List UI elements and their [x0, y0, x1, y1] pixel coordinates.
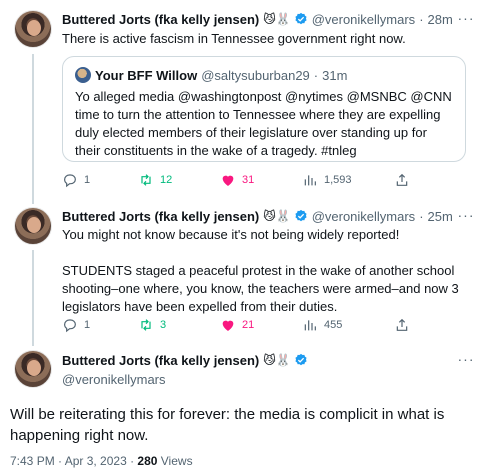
views-count: 1,593 — [324, 174, 352, 186]
views-label: Views — [157, 454, 193, 468]
separator-dot: · — [419, 208, 424, 224]
retweet-button[interactable]: 12 — [138, 172, 172, 188]
main-tweet[interactable]: Buttered Jorts (fka kelly jensen) 😼🐰 @ve… — [0, 348, 487, 472]
retweet-count: 12 — [160, 174, 173, 186]
quoted-tweet-time: 31m — [322, 67, 348, 83]
reply-icon — [64, 174, 76, 188]
like-button[interactable]: 21 — [220, 317, 254, 333]
heart-icon — [222, 320, 234, 331]
verified-badge-icon — [295, 209, 307, 222]
tweet-text: You might not know because it's not bein… — [62, 227, 459, 314]
heart-icon — [222, 175, 234, 186]
retweet-icon — [141, 319, 151, 331]
avatar[interactable] — [14, 207, 52, 245]
author-handle-row: @veronikellymars — [62, 370, 166, 388]
name-emoji: 😼🐰 — [263, 353, 291, 367]
author-handle[interactable]: @veronikellymars — [312, 209, 416, 224]
reply-button[interactable]: 1 — [62, 172, 90, 188]
retweet-button[interactable]: 3 — [138, 317, 166, 333]
reply-count: 1 — [84, 319, 91, 331]
quoted-tweet-header: Your BFF Willow @saltysuburban29 · 31m — [75, 67, 453, 83]
tweet-time[interactable]: 28m — [428, 12, 453, 27]
quoted-author-handle: @saltysuburban29 — [201, 67, 310, 83]
tweet-actions: 1 3 21 455 — [62, 317, 462, 335]
tweet-header: Buttered Jorts (fka kelly jensen) 😼🐰 @ve… — [62, 10, 453, 28]
reply-button[interactable]: 1 — [62, 317, 90, 333]
share-button[interactable] — [394, 172, 416, 188]
tweet-text: There is active fascism in Tennessee gov… — [62, 31, 406, 46]
name-emoji: 😼🐰 — [263, 12, 291, 26]
tweet[interactable]: Buttered Jorts (fka kelly jensen) 😼🐰 @ve… — [0, 0, 487, 200]
tweet-timestamp[interactable]: 7:43 PM · Apr 3, 2023 · — [10, 454, 137, 468]
tweet-timestamp-row: 7:43 PM · Apr 3, 2023 · 280 Views — [10, 454, 193, 468]
tweet-text: Will be reiterating this for forever: th… — [10, 406, 445, 444]
tweet[interactable]: Buttered Jorts (fka kelly jensen) 😼🐰 @ve… — [0, 205, 487, 345]
views-icon — [304, 175, 316, 186]
quoted-tweet-text: Yo alleged media @washingtonpost @nytime… — [75, 89, 452, 158]
share-button[interactable] — [394, 317, 416, 333]
views-button[interactable]: 455 — [302, 317, 342, 333]
name-emoji: 😼🐰 — [263, 209, 291, 223]
quoted-avatar — [75, 67, 91, 83]
author-handle[interactable]: @veronikellymars — [312, 12, 416, 27]
retweet-icon — [141, 174, 151, 186]
reply-icon — [64, 319, 76, 333]
more-icon[interactable]: ··· — [457, 351, 475, 367]
author-name[interactable]: Buttered Jorts (fka kelly jensen) — [62, 353, 259, 368]
verified-badge-icon — [295, 353, 307, 366]
more-icon[interactable]: ··· — [457, 10, 475, 26]
share-icon — [396, 173, 408, 186]
separator-dot: · — [313, 67, 319, 83]
like-button[interactable]: 31 — [220, 172, 254, 188]
author-handle[interactable]: @veronikellymars — [62, 372, 166, 387]
share-icon — [396, 318, 408, 331]
separator-dot: · — [419, 11, 424, 27]
views-count: 455 — [324, 319, 343, 331]
tweet-time[interactable]: 25m — [428, 209, 453, 224]
tweet-header: Buttered Jorts (fka kelly jensen) 😼🐰 @ve… — [62, 207, 453, 225]
tweet-actions: 1 12 31 1,593 — [62, 172, 462, 190]
author-name[interactable]: Buttered Jorts (fka kelly jensen) — [62, 12, 259, 27]
like-count: 31 — [242, 174, 255, 186]
avatar[interactable] — [14, 10, 52, 48]
tweet-header: Buttered Jorts (fka kelly jensen) 😼🐰 — [62, 351, 308, 369]
views-icon — [304, 320, 316, 331]
more-icon[interactable]: ··· — [457, 207, 475, 223]
quoted-tweet[interactable]: Your BFF Willow @saltysuburban29 · 31m Y… — [62, 56, 466, 162]
views-button[interactable]: 1,593 — [302, 172, 352, 188]
quoted-author-name: Your BFF Willow — [95, 67, 198, 83]
reply-count: 1 — [84, 174, 91, 186]
author-name[interactable]: Buttered Jorts (fka kelly jensen) — [62, 209, 259, 224]
like-count: 21 — [242, 319, 255, 331]
verified-badge-icon — [295, 12, 307, 25]
retweet-count: 3 — [160, 319, 167, 331]
views-count: 280 — [137, 454, 158, 468]
avatar[interactable] — [14, 350, 52, 388]
